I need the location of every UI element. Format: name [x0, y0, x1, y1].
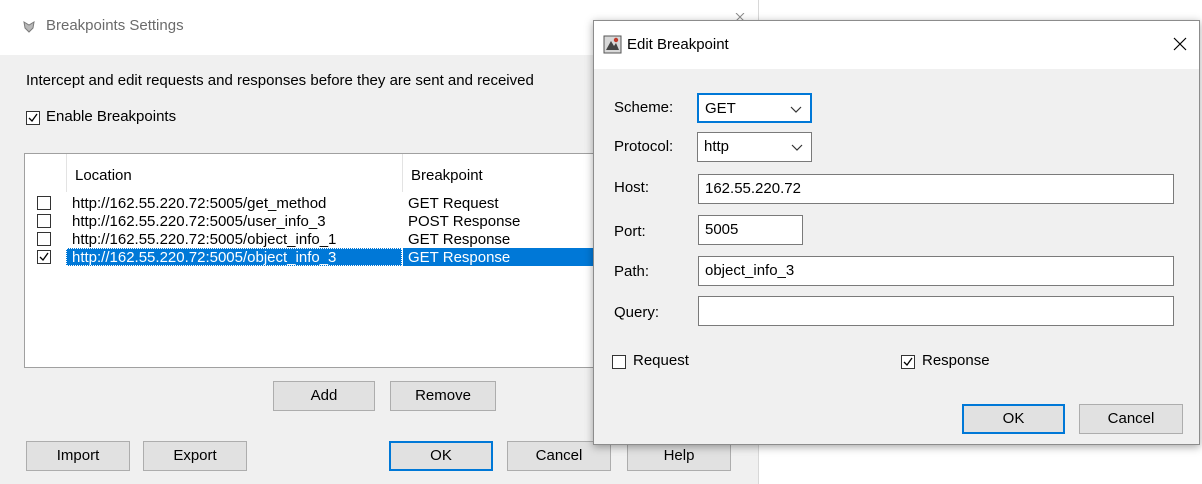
dialog-ok-button[interactable]: OK	[962, 404, 1065, 434]
app-icon	[23, 21, 35, 33]
row-breakpoint: GET Request	[408, 195, 499, 212]
row-location: http://162.55.220.72:5005/object_info_3	[66, 248, 402, 266]
table-row[interactable]: http://162.55.220.72:5005/get_method GET…	[25, 194, 623, 212]
port-label: Port:	[614, 223, 646, 240]
request-label[interactable]: Request	[633, 352, 689, 369]
import-button[interactable]: Import	[26, 441, 130, 471]
row-location: http://162.55.220.72:5005/user_info_3	[72, 213, 326, 230]
host-label: Host:	[614, 179, 650, 196]
row-breakpoint: GET Response	[408, 231, 511, 248]
response-label[interactable]: Response	[922, 352, 990, 369]
port-input[interactable]: 5005	[698, 215, 803, 245]
row-location: http://162.55.220.72:5005/get_method	[72, 195, 327, 212]
chevron-down-icon	[791, 144, 803, 151]
cancel-button[interactable]: Cancel	[507, 441, 611, 471]
export-button[interactable]: Export	[143, 441, 247, 471]
add-button[interactable]: Add	[273, 381, 375, 411]
dialog-cancel-button[interactable]: Cancel	[1079, 404, 1183, 434]
table-row[interactable]: http://162.55.220.72:5005/object_info_1 …	[25, 230, 623, 248]
column-header-location[interactable]: Location	[66, 154, 403, 192]
edit-breakpoint-icon	[603, 35, 622, 54]
breakpoints-list[interactable]: Location Breakpoint http://162.55.220.72…	[24, 153, 624, 368]
column-header-check[interactable]	[25, 154, 67, 192]
window-title: Breakpoints Settings	[46, 17, 184, 34]
dialog-title-bar: Edit Breakpoint	[594, 21, 1199, 69]
chevron-down-icon	[790, 106, 802, 113]
close-icon[interactable]	[734, 10, 750, 22]
path-label: Path:	[614, 263, 650, 280]
table-row-selected[interactable]: http://162.55.220.72:5005/object_info_3 …	[25, 248, 623, 266]
row-location: http://162.55.220.72:5005/object_info_1	[72, 231, 337, 248]
help-button[interactable]: Help	[627, 441, 731, 471]
row-checkbox[interactable]	[37, 214, 51, 228]
path-input[interactable]: object_info_3	[698, 256, 1174, 286]
remove-button[interactable]: Remove	[390, 381, 496, 411]
row-checkbox[interactable]	[37, 250, 51, 264]
scheme-select[interactable]: GET	[697, 93, 812, 123]
checkmark-icon	[903, 357, 913, 367]
host-input[interactable]: 162.55.220.72	[698, 174, 1174, 204]
request-checkbox[interactable]	[612, 355, 626, 369]
ok-button[interactable]: OK	[389, 441, 493, 471]
table-row[interactable]: http://162.55.220.72:5005/user_info_3 PO…	[25, 212, 623, 230]
row-checkbox[interactable]	[37, 196, 51, 210]
enable-breakpoints-checkbox[interactable]	[26, 111, 40, 125]
checkmark-icon	[39, 252, 49, 262]
checkmark-icon	[28, 113, 38, 123]
scheme-label: Scheme:	[614, 99, 674, 116]
dialog-title: Edit Breakpoint	[627, 36, 729, 53]
response-checkbox[interactable]	[901, 355, 915, 369]
query-label: Query:	[614, 304, 660, 321]
close-icon[interactable]	[1170, 34, 1190, 54]
row-breakpoint: GET Response	[403, 248, 623, 266]
protocol-select[interactable]: http	[697, 132, 812, 162]
column-header-breakpoint[interactable]: Breakpoint	[402, 154, 623, 192]
edit-breakpoint-dialog: Edit Breakpoint Scheme: GET Protocol: ht…	[593, 20, 1200, 445]
row-breakpoint: POST Response	[408, 213, 521, 230]
enable-breakpoints-label[interactable]: Enable Breakpoints	[46, 108, 176, 125]
query-input[interactable]	[698, 296, 1174, 326]
row-checkbox[interactable]	[37, 232, 51, 246]
intro-text: Intercept and edit requests and response…	[26, 72, 534, 89]
protocol-label: Protocol:	[614, 138, 674, 155]
